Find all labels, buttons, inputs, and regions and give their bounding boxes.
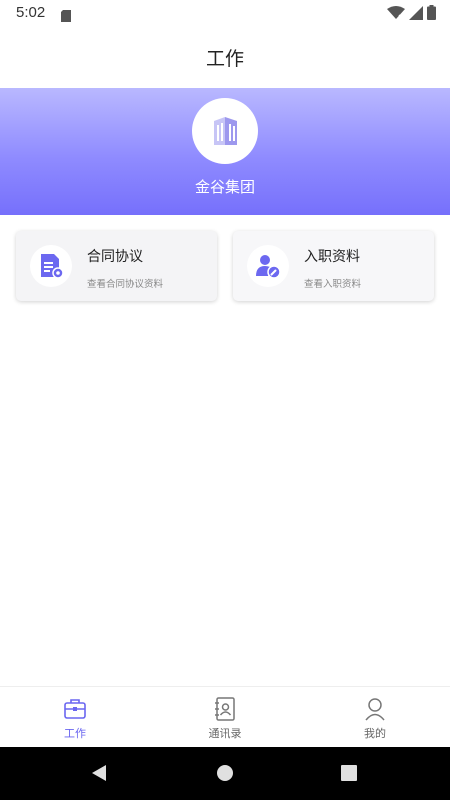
back-icon[interactable]: [90, 764, 108, 786]
person-icon: [363, 697, 387, 721]
company-logo: [192, 98, 258, 164]
user-edit-icon: [247, 245, 289, 287]
tab-label: 通讯录: [208, 727, 242, 740]
title-bar: 工作: [0, 26, 450, 88]
cell-signal-icon: [409, 5, 423, 24]
page-title: 工作: [205, 47, 244, 70]
wifi-icon: [387, 5, 405, 24]
tab-label: 工作: [64, 727, 86, 740]
recent-apps-icon[interactable]: [341, 764, 357, 786]
home-icon[interactable]: [216, 764, 234, 786]
card-title: 入职资料: [304, 249, 360, 265]
status-bar: 5:02: [0, 0, 450, 26]
contacts-book-icon: [213, 697, 237, 721]
card-title: 合同协议: [87, 249, 143, 265]
contract-agreement-card[interactable]: 合同协议 查看合同协议资料: [16, 231, 217, 301]
card-subtitle: 查看合同协议资料: [87, 279, 164, 290]
card-subtitle: 查看入职资料: [304, 279, 362, 290]
company-banner: 金谷集团: [0, 88, 450, 215]
bottom-tab-bar: 工作 通讯录 我的: [0, 686, 450, 747]
system-navigation-bar: [0, 747, 450, 800]
status-indicators: [387, 5, 436, 24]
onboarding-docs-card[interactable]: 入职资料 查看入职资料: [233, 231, 434, 301]
company-name: 金谷集团: [194, 178, 255, 196]
tab-work[interactable]: 工作: [0, 687, 150, 747]
battery-icon: [427, 5, 436, 24]
building-icon: [214, 117, 237, 145]
tab-label: 我的: [364, 727, 386, 740]
sd-card-icon: [61, 7, 71, 22]
briefcase-icon: [63, 697, 87, 721]
status-time: 5:02: [16, 4, 46, 21]
tab-mine[interactable]: 我的: [300, 687, 450, 747]
contract-document-icon: [30, 245, 72, 287]
tab-contacts[interactable]: 通讯录: [150, 687, 300, 747]
